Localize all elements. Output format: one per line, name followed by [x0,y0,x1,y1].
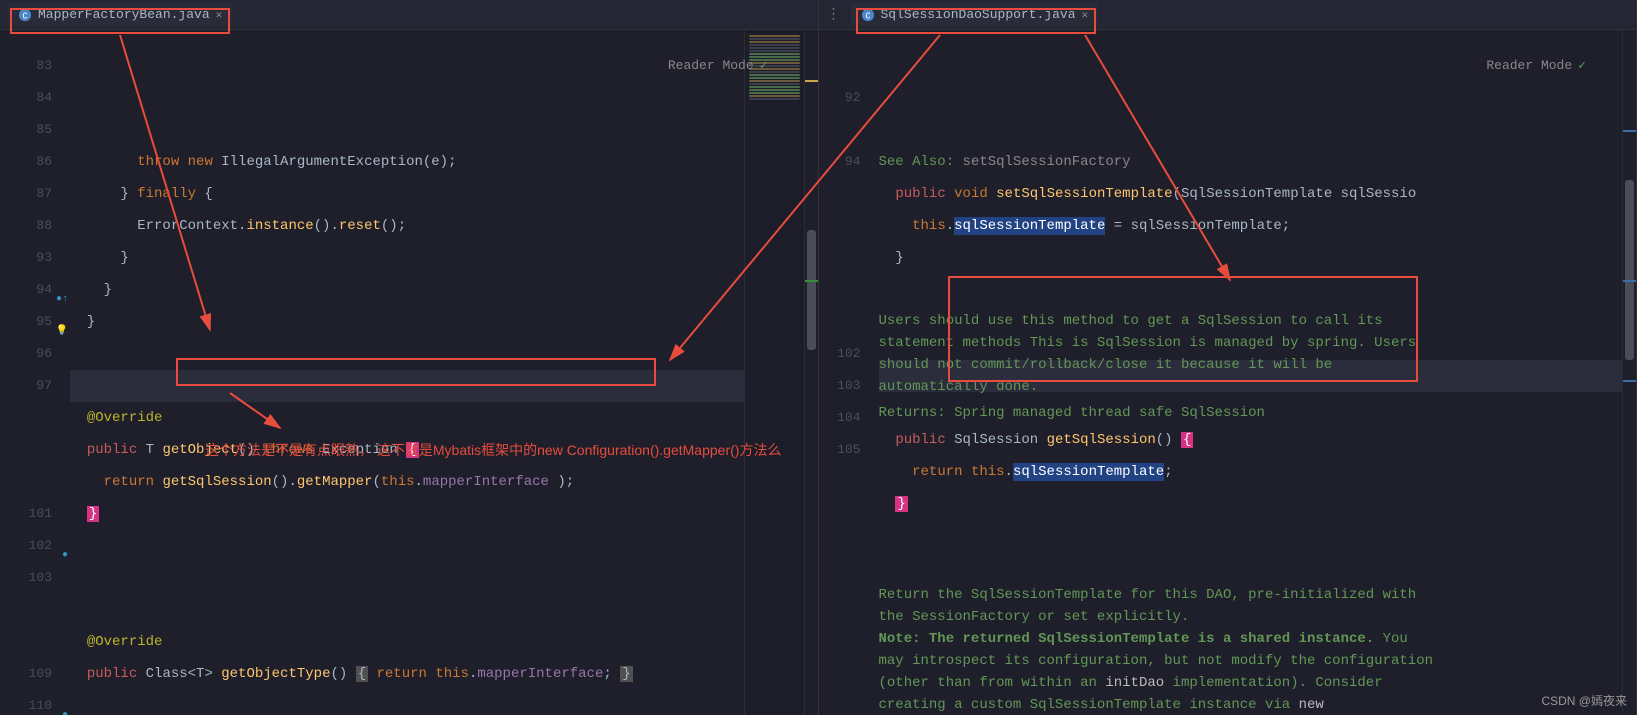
scrollbar-right[interactable] [1622,30,1636,715]
tab-mapperfactorybean[interactable]: C MapperFactoryBean.java ✕ [8,3,232,26]
tab-close-icon[interactable]: ✕ [216,8,223,22]
gutter-right: 92 94 102 103 104 105 116 [819,30,879,715]
code-right[interactable]: See Also: setSqlSessionFactory public vo… [879,30,1623,715]
annotation-text: 这个方法是不是有点眼熟， 这不就是Mybatis框架中的new Configur… [205,440,781,460]
code-left[interactable]: throw new IllegalArgumentException(e); }… [70,30,744,715]
tab-bar-right: ⋮ C SqlSessionDaoSupport.java ✕ [819,0,1637,30]
gutter-left: 83 84 85 86 87 88 93 94●↑ 95💡 96 97 101 … [0,30,70,715]
scrollbar-thumb[interactable] [1625,180,1634,360]
scrollbar-thumb[interactable] [807,230,816,350]
tab-close-icon[interactable]: ✕ [1082,8,1089,22]
right-editor-pane: ⋮ C SqlSessionDaoSupport.java ✕ Reader M… [819,0,1637,715]
tab-sqlsessiondaosupport[interactable]: C SqlSessionDaoSupport.java ✕ [851,3,1099,26]
java-class-icon: C [861,8,875,22]
tab-filename: SqlSessionDaoSupport.java [881,7,1076,22]
minimap-left[interactable] [744,30,804,715]
check-icon: ✓ [1578,58,1586,73]
svg-text:C: C [22,11,27,21]
tab-bar-left: C MapperFactoryBean.java ✕ [0,0,818,30]
more-icon[interactable]: ⋮ [827,6,841,23]
left-editor-pane: C MapperFactoryBean.java ✕ Reader Mode ✓… [0,0,819,715]
tab-filename: MapperFactoryBean.java [38,7,210,22]
check-icon: ✓ [760,58,768,73]
reader-mode-indicator[interactable]: Reader Mode ✓ [1486,58,1586,73]
svg-text:C: C [865,11,870,21]
watermark: CSDN @嫣夜来 [1541,692,1627,709]
editor-left[interactable]: 83 84 85 86 87 88 93 94●↑ 95💡 96 97 101 … [0,30,818,715]
editor-right[interactable]: 92 94 102 103 104 105 116 See Also: setS… [819,30,1637,715]
java-class-icon: C [18,8,32,22]
reader-mode-indicator[interactable]: Reader Mode ✓ [668,58,768,73]
scrollbar-left[interactable] [804,30,818,715]
